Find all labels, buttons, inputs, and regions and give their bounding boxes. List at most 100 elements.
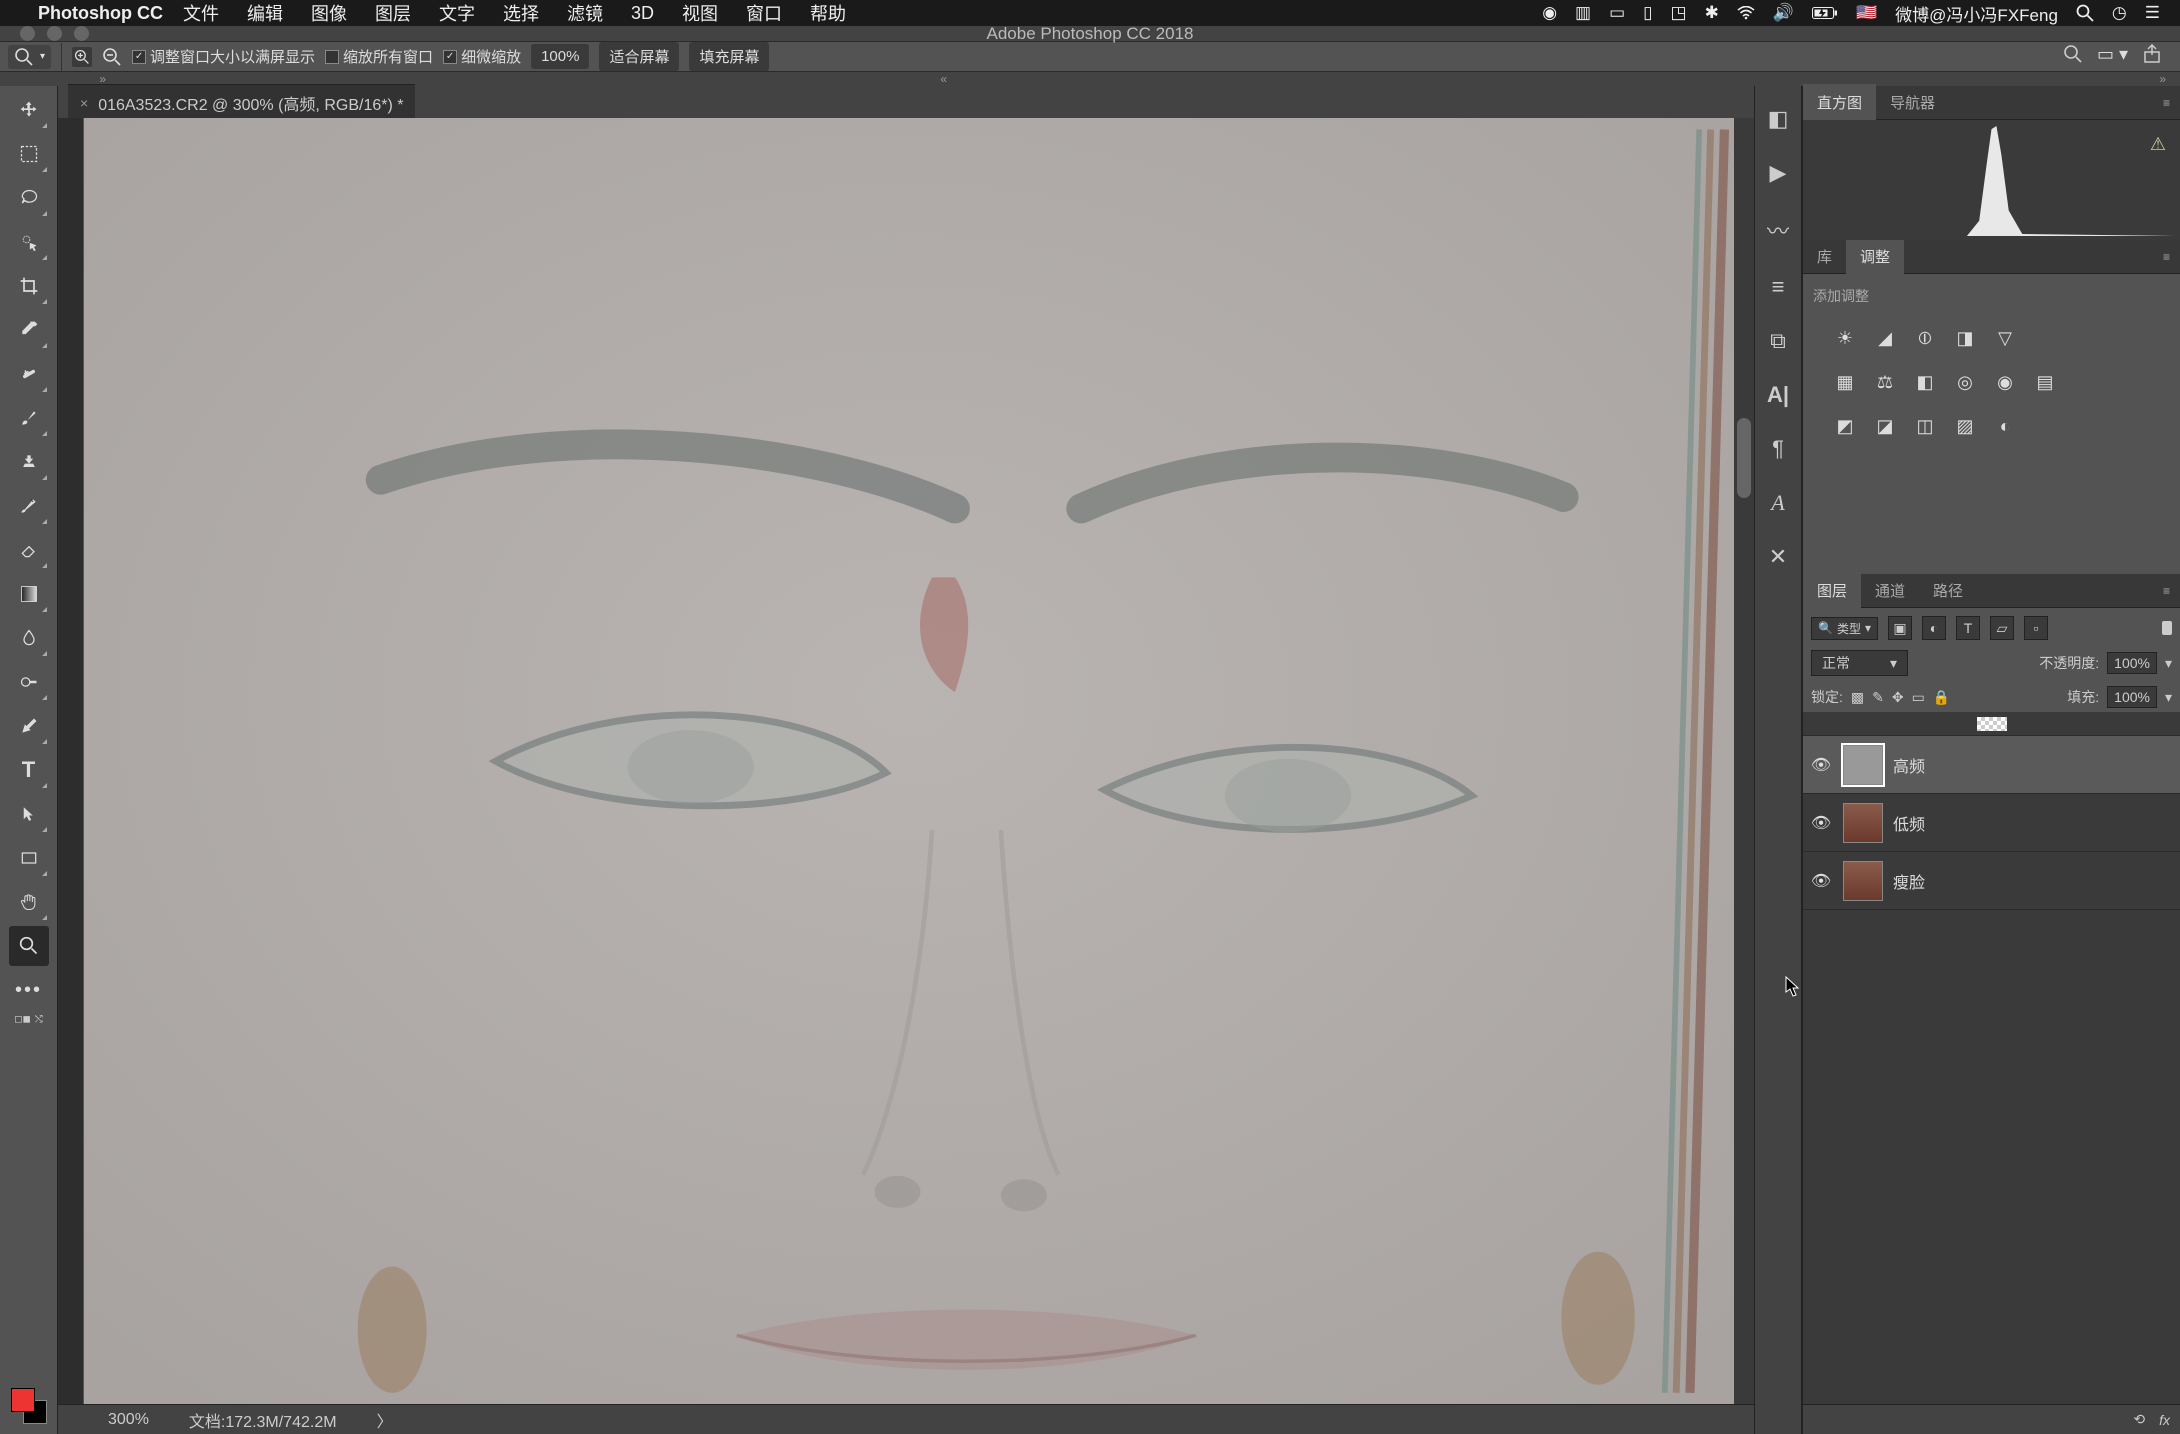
menubar-app-name[interactable]: Photoshop CC [38, 3, 163, 24]
menu-filter[interactable]: 滤镜 [567, 0, 603, 26]
menu-select[interactable]: 选择 [503, 0, 539, 26]
brush-settings-icon[interactable]: ≡ [1772, 274, 1785, 300]
status-flyout-icon[interactable]: 〉 [377, 1408, 393, 1432]
menu-file[interactable]: 文件 [183, 0, 219, 26]
exposure-icon[interactable]: ◨ [1951, 324, 1979, 352]
color-swatches[interactable] [11, 1388, 47, 1424]
resize-window-checkbox[interactable]: ✓调整窗口大小以满屏显示 [132, 46, 315, 67]
navigator-tab[interactable]: 导航器 [1876, 84, 1949, 121]
dodge-tool[interactable] [9, 662, 49, 702]
panels-expand-icon[interactable]: » [2159, 72, 2180, 86]
character-panel-icon[interactable]: A| [1767, 382, 1789, 408]
history-brush-tool[interactable] [9, 486, 49, 526]
layer-name-label[interactable]: 高频 [1893, 753, 1925, 777]
fill-dropdown-icon[interactable]: ▾ [2165, 689, 2172, 706]
rectangle-tool[interactable] [9, 838, 49, 878]
volume-icon[interactable]: 🔊 [1773, 3, 1794, 23]
document-info-status[interactable]: 文档:172.3M/742.2M [189, 1408, 337, 1432]
marquee-tool[interactable] [9, 134, 49, 174]
lock-artboard-icon[interactable]: ▭ [1912, 689, 1925, 706]
paragraph-panel-icon[interactable]: ¶ [1772, 436, 1784, 462]
clone-panel-icon[interactable]: ⧉ [1770, 328, 1786, 354]
filter-shape-icon[interactable]: ▱ [1990, 616, 2014, 640]
layers-tab[interactable]: 图层 [1803, 572, 1861, 609]
histogram-panel-menu-icon[interactable]: ≡ [2153, 96, 2180, 110]
levels-icon[interactable]: ◢ [1871, 324, 1899, 352]
display2-icon[interactable]: ▯ [1643, 3, 1652, 23]
zoom-in-icon[interactable] [72, 47, 92, 67]
opacity-value[interactable]: 100% [2107, 652, 2157, 674]
lock-pixels-icon[interactable]: ✎ [1872, 689, 1884, 706]
spotlight-icon[interactable] [2076, 4, 2094, 22]
lock-all-icon[interactable]: 🔒 [1933, 689, 1950, 706]
eraser-tool[interactable] [9, 530, 49, 570]
layer-filter-dropdown[interactable]: 🔍 类型 ▾ [1811, 617, 1878, 640]
pen-tool[interactable] [9, 706, 49, 746]
gradient-tool[interactable] [9, 574, 49, 614]
brush-panel-icon[interactable]: 〰 [1767, 214, 1789, 246]
menu-layer[interactable]: 图层 [375, 0, 411, 26]
glyphs-panel-icon[interactable]: A [1771, 490, 1784, 516]
screen-icon[interactable]: ▥ [1575, 3, 1591, 23]
workspace-switch-icon[interactable]: ▭ ▾ [2097, 44, 2128, 69]
menu-help[interactable]: 帮助 [810, 0, 846, 26]
close-window-button[interactable] [20, 26, 35, 41]
lock-transparency-icon[interactable]: ▩ [1851, 689, 1864, 706]
quick-select-tool[interactable] [9, 222, 49, 262]
picture-icon[interactable]: ◳ [1671, 3, 1687, 23]
zoom-window-button[interactable] [74, 26, 89, 41]
bluetooth-icon[interactable]: ✱ [1705, 3, 1719, 23]
fit-screen-button[interactable]: 适合屏幕 [599, 42, 679, 71]
fill-screen-button[interactable]: 填充屏幕 [689, 42, 769, 71]
layer-thumbnail[interactable] [1843, 803, 1883, 843]
siri-icon[interactable]: ◷ [2112, 3, 2127, 23]
eyedropper-tool[interactable] [9, 310, 49, 350]
opacity-dropdown-icon[interactable]: ▾ [2165, 655, 2172, 672]
channel-mixer-icon[interactable]: ◉ [1991, 368, 2019, 396]
move-tool[interactable] [9, 90, 49, 130]
lasso-tool[interactable] [9, 178, 49, 218]
vertical-ruler[interactable] [58, 118, 84, 1404]
channels-tab[interactable]: 通道 [1861, 572, 1919, 609]
record-icon[interactable]: ◉ [1542, 3, 1557, 23]
scrubby-zoom-checkbox[interactable]: ✓细微缩放 [443, 46, 521, 67]
clone-stamp-tool[interactable] [9, 442, 49, 482]
path-select-tool[interactable] [9, 794, 49, 834]
edit-toolbar-button[interactable]: ••• [9, 970, 49, 1010]
brush-tool[interactable] [9, 398, 49, 438]
bw-icon[interactable]: ◧ [1911, 368, 1939, 396]
layer-name-label[interactable]: 低频 [1893, 811, 1925, 835]
zoom-all-checkbox[interactable]: 缩放所有窗口 [325, 46, 433, 67]
search-icon[interactable] [2063, 44, 2083, 69]
filter-type-icon[interactable]: T [1956, 616, 1980, 640]
menu-view[interactable]: 视图 [682, 0, 718, 26]
color-lookup-icon[interactable]: ▤ [2031, 368, 2059, 396]
minimize-window-button[interactable] [47, 26, 62, 41]
posterize-icon[interactable]: ◪ [1871, 412, 1899, 440]
layer-thumbnail[interactable] [1843, 861, 1883, 901]
share-icon[interactable] [2142, 44, 2162, 69]
current-tool-indicator[interactable]: ▾ [8, 45, 51, 69]
color-panel-icon[interactable]: ◧ [1768, 106, 1789, 132]
tool-presets-icon[interactable]: ✕ [1769, 544, 1787, 570]
selective-color-icon[interactable]: ◐ [1991, 412, 2019, 440]
paths-tab[interactable]: 路径 [1919, 572, 1977, 609]
scroll-thumb[interactable] [1737, 418, 1751, 498]
menu-window[interactable]: 窗口 [746, 0, 782, 26]
layer-thumbnail[interactable] [1843, 745, 1883, 785]
wifi-icon[interactable] [1737, 6, 1755, 20]
menu-edit[interactable]: 编辑 [247, 0, 283, 26]
zoom-tool[interactable] [9, 926, 49, 966]
visibility-toggle-icon[interactable]: 👁 [1809, 755, 1833, 775]
healing-brush-tool[interactable] [9, 354, 49, 394]
brightness-contrast-icon[interactable]: ☀ [1831, 324, 1859, 352]
panels-collapse-icon[interactable]: « [940, 72, 961, 86]
blend-mode-dropdown[interactable]: 正常 ▾ [1811, 650, 1908, 676]
blur-tool[interactable] [9, 618, 49, 658]
layer-name-label[interactable]: 瘦脸 [1893, 869, 1925, 893]
hand-tool[interactable] [9, 882, 49, 922]
default-colors-icon[interactable]: ◻◼ ⤭ [10, 1014, 47, 1025]
fill-value[interactable]: 100% [2107, 686, 2157, 708]
foreground-color-swatch[interactable] [11, 1388, 35, 1412]
menu-3d[interactable]: 3D [631, 3, 654, 24]
